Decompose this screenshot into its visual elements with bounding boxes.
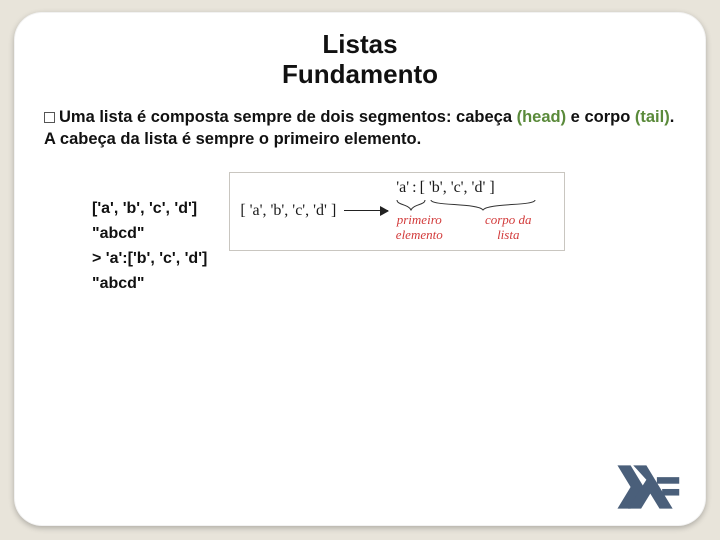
para-head: (head) [517, 108, 567, 126]
label-text: lista [497, 227, 519, 242]
label-primeiro-elemento: primeiro elemento [390, 213, 448, 242]
diagram-rest: [ 'b', 'c', 'd' ] [420, 179, 495, 197]
haskell-logo-icon [616, 464, 682, 510]
label-text: elemento [396, 227, 443, 242]
para-tail: (tail) [635, 108, 670, 126]
code-line: ['a', 'b', 'c', 'd'] [92, 200, 197, 217]
slide-card: Listas Fundamento Uma lista é composta s… [14, 12, 706, 526]
slide-title: Listas Fundamento [44, 30, 676, 90]
bullet-icon [44, 112, 55, 123]
label-text: primeiro [397, 212, 442, 227]
para-t1: lista é composta sempre de dois segmento… [95, 108, 517, 126]
label-corpo-lista: corpo da lista [462, 213, 554, 242]
arrow-icon [344, 210, 388, 211]
diagram-lhs: [ 'a', 'b', 'c', 'd' ] [240, 202, 336, 220]
diagram-rhs-top: 'a': [ 'b', 'c', 'd' ] [396, 179, 554, 197]
para-t2: e corpo [566, 108, 635, 126]
code-block: ['a', 'b', 'c', 'd'] "abcd" > 'a':['b', … [92, 172, 207, 321]
diagram-head: 'a' [396, 179, 409, 197]
diagram-rhs: 'a': [ 'b', 'c', 'd' ] [396, 179, 554, 242]
diagram-colon: : [412, 179, 416, 197]
title-line-2: Fundamento [282, 59, 438, 89]
body-paragraph: Uma lista é composta sempre de dois segm… [44, 106, 676, 151]
code-line: "abcd" [92, 275, 145, 292]
code-line: "abcd" [92, 225, 145, 242]
brace-row [396, 199, 554, 211]
diagram-top-row: [ 'a', 'b', 'c', 'd' ] 'a': [ 'b', 'c', … [240, 179, 554, 242]
brace-icon [430, 199, 536, 211]
head-tail-diagram: [ 'a', 'b', 'c', 'd' ] 'a': [ 'b', 'c', … [229, 172, 565, 251]
brace-icon [396, 199, 426, 211]
content-row: ['a', 'b', 'c', 'd'] "abcd" > 'a':['b', … [44, 172, 676, 321]
code-line: > 'a':['b', 'c', 'd'] [92, 250, 207, 267]
para-lead: Uma [59, 108, 95, 126]
title-line-1: Listas [322, 29, 397, 59]
label-text: corpo da [485, 212, 532, 227]
diagram-labels: primeiro elemento corpo da lista [396, 213, 554, 242]
